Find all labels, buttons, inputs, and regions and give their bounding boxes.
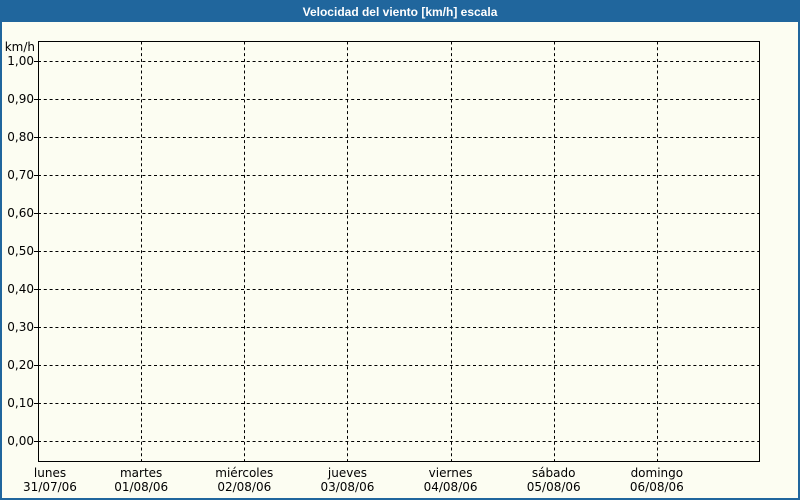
x-axis-label: martes 01/08/06 [86,466,196,494]
x-axis-label: sábado 05/08/06 [499,466,609,494]
x-axis-date-label: 06/08/06 [629,480,684,494]
wind-speed-chart: km/h 1,00 0,90 0,80 0,70 0,60 0,50 0,40 0,30 0,20… [2,2,798,498]
y-tick-label: 0,20 [7,358,34,372]
x-axis-label: domingo 06/08/06 [602,466,712,494]
x-axis-date-label: 03/08/06 [320,480,375,494]
y-tick-label: 0,90 [7,92,34,106]
y-tick-label: 0,50 [7,244,34,258]
y-tick-label: 0,00 [7,434,34,448]
x-axis-day-label: domingo [630,466,684,480]
y-tick-label: 0,60 [7,206,34,220]
x-axis-day-label: jueves [327,466,367,480]
y-tick-label: 0,80 [7,130,34,144]
y-tick-label: 1,00 [7,54,34,68]
x-axis-label: miércoles 02/08/06 [189,466,299,494]
x-axis-label: viernes 04/08/06 [396,466,506,494]
x-axis-label: jueves 03/08/06 [292,466,402,494]
y-tick-label: 0,70 [7,168,34,182]
x-axis-date-label: 05/08/06 [526,480,581,494]
y-axis-unit-label: km/h [4,40,35,54]
chart-window: Velocidad del viento [km/h] escala km/h 1… [0,0,800,500]
y-tick-label: 0,10 [7,396,34,410]
y-tick-label: 0,40 [7,282,34,296]
x-axis-day-label: viernes [428,466,473,480]
x-axis-day-label: sábado [531,466,576,480]
x-axis-day-label: martes [119,466,163,480]
x-axis-date-label: 01/08/06 [114,480,169,494]
x-axis-day-label: miércoles [215,466,274,480]
x-axis-date-label: 04/08/06 [423,480,478,494]
chart-grid [34,41,760,462]
y-tick-label: 0,30 [7,320,34,334]
x-axis-date-label: 02/08/06 [217,480,272,494]
